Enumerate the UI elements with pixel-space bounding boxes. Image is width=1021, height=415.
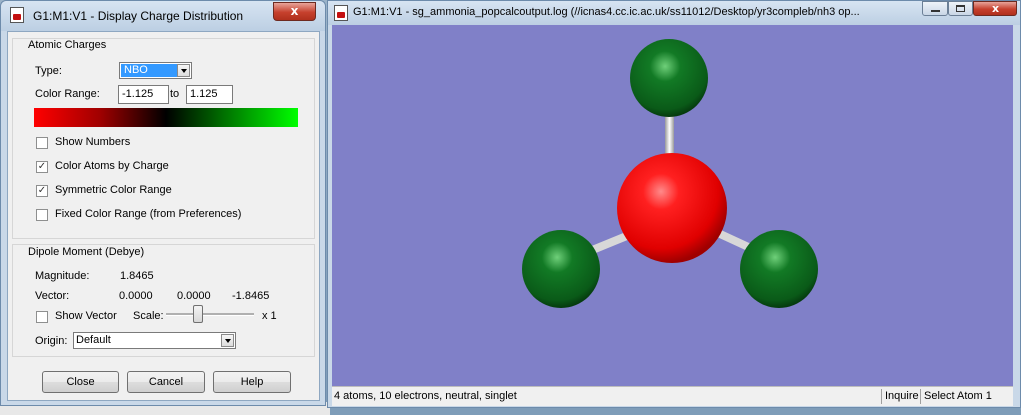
dipole-group-label: Dipole Moment (Debye)	[28, 246, 145, 258]
maximize-icon[interactable]	[948, 1, 973, 16]
charge-type-value: NBO	[121, 64, 177, 77]
status-mode: Inquire	[885, 390, 919, 402]
chevron-down-icon[interactable]	[221, 334, 234, 347]
chevron-down-icon[interactable]	[177, 64, 190, 77]
range-max-field[interactable]: 1.125	[186, 85, 233, 104]
molecule-viewer-window: G1:M1:V1 - sg_ammonia_popcalcoutput.log …	[327, 0, 1021, 408]
scale-label: Scale:	[133, 310, 164, 322]
hydrogen-atom-2[interactable]	[522, 230, 600, 308]
vector-x-value: 0.0000	[119, 290, 153, 302]
charge-color-gradient	[34, 108, 298, 127]
origin-label: Origin:	[35, 335, 68, 347]
range-to-label: to	[170, 88, 180, 100]
show-numbers-checkbox[interactable]	[36, 137, 48, 149]
vector-label: Vector:	[35, 290, 70, 302]
viewer-titlebar[interactable]: G1:M1:V1 - sg_ammonia_popcalcoutput.log …	[328, 1, 1020, 25]
show-vector-label: Show Vector	[55, 310, 117, 322]
symmetric-color-range-label: Symmetric Color Range	[55, 184, 172, 196]
magnitude-label: Magnitude:	[35, 270, 90, 282]
type-label: Type:	[35, 65, 62, 77]
charge-type-select[interactable]: NBO	[119, 62, 192, 79]
cancel-button[interactable]: Cancel	[127, 371, 205, 393]
scale-slider-handle[interactable]	[193, 305, 203, 323]
dialog-title: G1:M1:V1 - Display Charge Distribution	[33, 9, 244, 23]
fixed-color-range-label: Fixed Color Range (from Preferences)	[55, 208, 242, 220]
show-vector-checkbox[interactable]	[36, 311, 48, 323]
symmetric-color-range-checkbox[interactable]: ✓	[36, 185, 48, 197]
status-action: Select Atom 1	[924, 390, 992, 402]
scale-slider-track[interactable]	[166, 313, 254, 316]
origin-select[interactable]: Default	[73, 332, 236, 349]
hydrogen-atom-1[interactable]	[630, 39, 708, 117]
viewer-close-icon[interactable]: x	[973, 1, 1017, 16]
gaussview-app-icon[interactable]	[334, 5, 348, 21]
status-info: 4 atoms, 10 electrons, neutral, singlet	[334, 390, 517, 402]
color-atoms-by-charge-label: Color Atoms by Charge	[55, 160, 169, 172]
atomic-charges-group-label: Atomic Charges	[28, 39, 107, 51]
molecule-render[interactable]	[332, 25, 1013, 386]
dialog-body: Atomic Charges Type: NBO Color Range: -1…	[7, 31, 320, 401]
origin-value: Default	[76, 334, 111, 346]
range-min-field[interactable]: -1.125	[118, 85, 169, 104]
vector-z-value: -1.8465	[232, 290, 270, 302]
help-button[interactable]: Help	[213, 371, 291, 393]
molecule-canvas[interactable]	[332, 25, 1013, 386]
nitrogen-atom[interactable]	[617, 153, 727, 263]
hydrogen-atom-3[interactable]	[740, 230, 818, 308]
status-divider	[920, 389, 921, 404]
close-button[interactable]: Close	[42, 371, 119, 393]
viewer-title: G1:M1:V1 - sg_ammonia_popcalcoutput.log …	[353, 6, 860, 18]
viewer-status-bar: 4 atoms, 10 electrons, neutral, singlet …	[332, 386, 1013, 406]
color-atoms-by-charge-checkbox[interactable]: ✓	[36, 161, 48, 173]
status-divider	[881, 389, 882, 404]
dialog-close-icon[interactable]: x	[273, 2, 316, 21]
magnitude-value: 1.8465	[120, 270, 154, 282]
scale-value: x 1	[262, 310, 277, 322]
vector-y-value: 0.0000	[177, 290, 211, 302]
gaussview-app-icon[interactable]	[10, 7, 24, 23]
show-numbers-label: Show Numbers	[55, 136, 131, 148]
minimize-icon[interactable]	[922, 1, 948, 16]
charge-distribution-dialog: G1:M1:V1 - Display Charge Distribution x…	[0, 0, 326, 406]
fixed-color-range-checkbox[interactable]	[36, 209, 48, 221]
color-range-label: Color Range:	[35, 88, 100, 100]
